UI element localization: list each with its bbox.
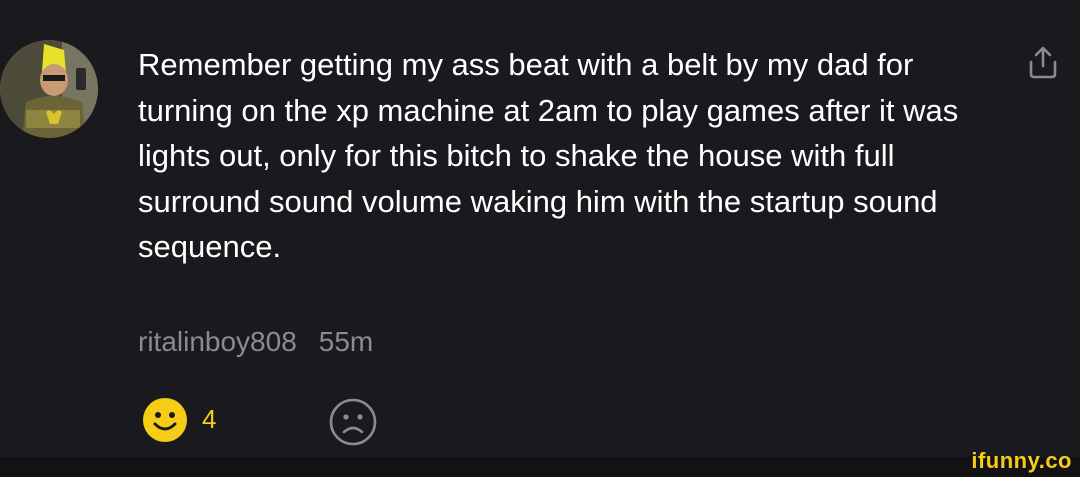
comment-card: Remember getting my ass beat with a belt… (0, 0, 1080, 457)
footer-bar (0, 457, 1080, 477)
share-icon[interactable] (1026, 44, 1060, 80)
smile-icon[interactable] (142, 397, 188, 443)
user-avatar[interactable] (0, 40, 98, 138)
comment-meta: ritalinboy808 55m (138, 326, 373, 358)
comment-text: Remember getting my ass beat with a belt… (138, 47, 959, 264)
timestamp: 55m (318, 326, 374, 357)
frown-icon[interactable] (328, 397, 378, 447)
ifunny-watermark: ifunny.co (971, 448, 1072, 473)
avatar-image (0, 40, 98, 138)
smile-count: 4 (202, 404, 217, 434)
username-link[interactable]: ritalinboy808 (138, 326, 297, 357)
